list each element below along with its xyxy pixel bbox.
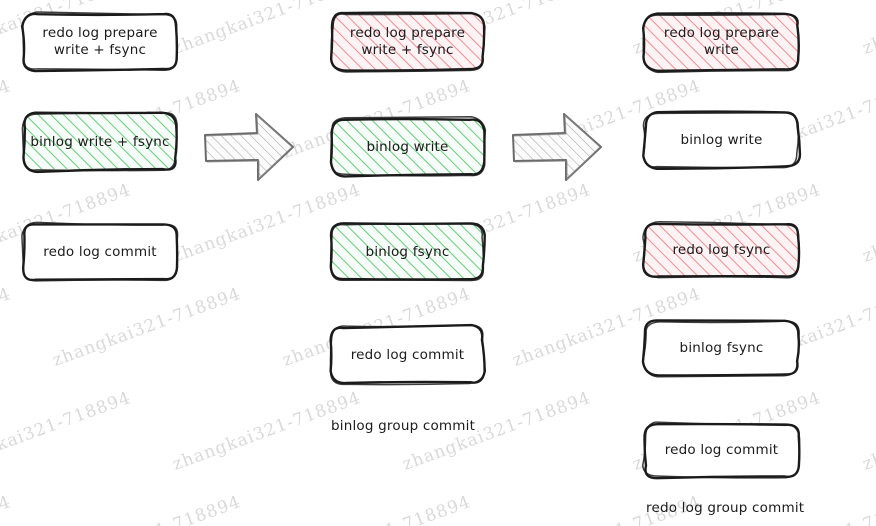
node-redo-log-fsync[interactable]: redo log fsync: [641, 220, 801, 279]
node-label: redo log commit: [664, 442, 779, 458]
diagram-canvas: zhangkai321-718894 zhangkai321-718894 zhan…: [0, 0, 876, 526]
node-binlog-fsync[interactable]: binlog fsync: [329, 222, 486, 282]
watermark-text: zhangkai321-718894: [280, 492, 474, 526]
node-label: redo log commit: [43, 243, 157, 260]
transition-arrow-2: [511, 108, 603, 186]
node-redo-log-prepare-write-fsync[interactable]: redo log prepare write + fsync: [20, 11, 179, 73]
node-label: redo log commit: [350, 346, 465, 363]
node-binlog-write[interactable]: binlog write: [329, 116, 487, 178]
watermark-text: zhangkai321-718894: [0, 387, 134, 475]
node-redo-log-commit[interactable]: redo log commit: [329, 323, 486, 386]
node-label: redo log fsync: [672, 242, 771, 258]
node-redo-log-prepare-write-fsync[interactable]: redo log prepare write + fsync: [329, 11, 486, 73]
watermark-text: zhangkai321-718894: [0, 75, 14, 163]
watermark-text: zhangkai321-718894: [50, 283, 244, 371]
transition-arrow-1: [203, 108, 295, 186]
node-redo-log-commit[interactable]: redo log commit: [641, 421, 801, 480]
node-label: redo log prepare write + fsync: [349, 25, 466, 58]
caption-redo-log-group-commit-sequence: redo log group commit: [646, 500, 805, 516]
node-label: redo log prepare write: [663, 25, 780, 58]
watermark-text: zhangkai321-718894: [0, 283, 14, 371]
node-binlog-write[interactable]: binlog write: [642, 110, 802, 170]
watermark-text: zhangkai321-718894: [50, 492, 244, 526]
node-label: binlog write + fsync: [30, 133, 170, 150]
watermark-text: zhangkai321-718894: [860, 0, 876, 59]
arrow-shape: [512, 113, 602, 181]
node-binlog-fsync[interactable]: binlog fsync: [641, 319, 801, 378]
node-redo-log-commit[interactable]: redo log commit: [21, 221, 179, 282]
watermark-text: zhangkai321-718894: [0, 492, 14, 526]
node-redo-log-prepare-write[interactable]: redo log prepare write: [641, 12, 800, 74]
watermark-text: zhangkai321-718894: [860, 387, 876, 475]
node-label: binlog write: [680, 132, 763, 148]
node-label: binlog write: [366, 138, 449, 155]
node-label: binlog fsync: [679, 340, 764, 356]
node-label: redo log prepare write + fsync: [42, 25, 158, 58]
arrow-shape: [204, 113, 294, 181]
node-label: binlog fsync: [365, 243, 450, 260]
watermark-text: zhangkai321-718894: [860, 179, 876, 267]
node-binlog-write-fsync[interactable]: binlog write + fsync: [21, 111, 178, 174]
caption-binlog-group-commit-sequence: binlog group commit: [331, 418, 476, 434]
